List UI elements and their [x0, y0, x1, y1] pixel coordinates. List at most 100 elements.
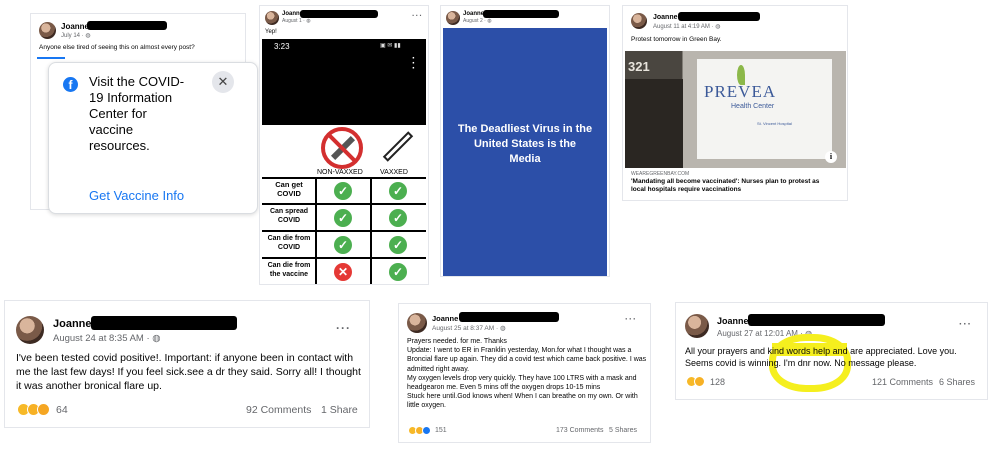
author-name[interactable]: Joanne [53, 318, 92, 330]
avatar[interactable] [16, 316, 44, 344]
x-icon: ✕ [334, 263, 352, 281]
author-name[interactable]: Joanne [61, 22, 89, 31]
row-divider [262, 257, 426, 259]
row-label: Can get COVID [275, 180, 303, 198]
column-header-nonvaxxed: NON-VAXXED [317, 169, 363, 176]
redacted-surname [483, 10, 559, 18]
post-line: Update: I went to ER in Franklin yesterd… [407, 347, 647, 373]
more-icon[interactable]: ··· [336, 321, 351, 335]
avatar[interactable] [265, 11, 279, 25]
avatar[interactable] [407, 313, 427, 333]
check-icon: ✓ [389, 209, 407, 227]
post-text: All your prayers and kind words help and… [685, 346, 957, 368]
post-media-meme: Joanne August 2 · ◍ The Deadliest Virus … [440, 5, 610, 277]
reaction-summary[interactable]: 64 [17, 403, 68, 416]
more-icon[interactable]: ··· [625, 314, 637, 324]
comment-count[interactable]: 92 Comments [246, 404, 311, 416]
hospital-sign: PREVEA Health Center St. Vincent Hospita… [697, 59, 832, 159]
author-name[interactable]: Joanne [653, 14, 678, 21]
facebook-icon: f [63, 77, 78, 92]
check-icon: ✓ [389, 263, 407, 281]
building-number: 321 [628, 59, 650, 74]
post-text: Anyone else tired of seeing this on almo… [39, 44, 195, 51]
post-prayers-needed: Joanne August 25 at 8:37 AM · ◍ ··· Pray… [398, 303, 651, 443]
globe-icon: ◍ [715, 24, 721, 30]
col-divider [315, 177, 317, 284]
check-icon: ✓ [334, 236, 352, 254]
post-covid-positive: Joanne August 24 at 8:35 AM · ◍ ··· I've… [4, 300, 370, 428]
redacted-surname [91, 316, 237, 330]
covid-info-card: f Visit the COVID-19 Information Center … [48, 62, 258, 214]
row-label: Can spread COVID [269, 208, 309, 224]
post-date[interactable]: August 25 at 8:37 AM · ◍ [432, 324, 506, 332]
check-icon: ✓ [389, 236, 407, 254]
syringe-icon [382, 131, 414, 162]
comment-count[interactable]: 121 Comments [872, 377, 933, 387]
author-name[interactable]: Joanne [463, 11, 484, 17]
redacted-surname [87, 21, 167, 30]
reaction-summary[interactable]: 128 [686, 376, 725, 387]
meme-image[interactable]: The Deadliest Virus in the United States… [443, 28, 607, 276]
check-icon: ✓ [334, 209, 352, 227]
redacted-surname [678, 12, 760, 21]
sign-subtext: Health Center [731, 103, 775, 110]
phone-screenshot[interactable]: 3:23 ▣ ✉ ▮▮ · · · NON-VAXXED VAXXED Can ge… [262, 39, 426, 284]
post-date[interactable]: August 11 at 4:19 AM · ◍ [653, 23, 721, 30]
row-label: Can die from the vaccine [267, 262, 311, 278]
info-icon[interactable]: i [825, 151, 837, 163]
sad-reaction-icon [694, 376, 705, 387]
share-count[interactable]: 6 Shares [939, 377, 975, 387]
share-count[interactable]: 1 Share [321, 404, 358, 416]
post-line: Stuck here until.God knows when! When I … [407, 393, 638, 410]
meme-text: The Deadliest Virus in the United States… [457, 123, 593, 165]
globe-icon: ◍ [306, 18, 311, 24]
post-date[interactable]: July 14 · ◍ [61, 32, 91, 39]
row-label: Can die from COVID [267, 235, 311, 251]
link-preview-image[interactable]: 321 PREVEA Health Center St. Vincent Hos… [625, 51, 846, 168]
globe-icon: ◍ [85, 33, 91, 39]
close-icon[interactable]: ✕ [212, 71, 234, 93]
reaction-count: 128 [710, 376, 726, 387]
more-icon[interactable]: ··· [412, 11, 423, 20]
post-line: Prayers needed. for me. Thanks [407, 338, 507, 345]
status-icons: ▣ ✉ ▮▮ [380, 43, 401, 49]
row-divider [262, 230, 426, 232]
post-date[interactable]: August 24 at 8:35 AM · ◍ [53, 333, 161, 344]
get-vaccine-info-link[interactable]: Get Vaccine Info [89, 188, 184, 203]
globe-icon: ◍ [152, 333, 161, 344]
post-text: Protest tomorrow in Green Bay. [631, 36, 722, 43]
more-icon[interactable]: ··· [959, 319, 972, 330]
post-text: Prayers needed. for me. Thanks Update: I… [407, 337, 647, 411]
reaction-summary[interactable]: 151 [408, 426, 447, 435]
avatar[interactable] [39, 22, 56, 39]
avatar[interactable] [446, 11, 460, 25]
redacted-surname [300, 10, 378, 18]
reaction-count: 151 [435, 427, 447, 434]
column-header-vaxxed: VAXXED [380, 169, 408, 176]
syringe-icon [321, 127, 363, 169]
more-icon[interactable]: ··· [412, 54, 415, 74]
redacted-surname [748, 314, 885, 326]
avatar[interactable] [685, 314, 709, 338]
check-icon: ✓ [389, 182, 407, 200]
row-divider [262, 203, 426, 205]
post-line: My oxygen levels drop very quickly. They… [407, 374, 637, 392]
post-date[interactable]: August 1 · ◍ [282, 18, 311, 24]
share-count[interactable]: 5 Shares [609, 427, 637, 434]
author-name[interactable]: Joanne [717, 316, 749, 326]
phone-time: 3:23 [274, 42, 290, 51]
link-title[interactable]: 'Mandating all become vaccinated': Nurse… [631, 178, 831, 194]
card-title: Visit the COVID-19 Information Center fo… [89, 74, 185, 153]
post-protest: Joanne August 11 at 4:19 AM · ◍ Protest … [622, 5, 848, 201]
post-dnr: Joanne August 27 at 12:01 AM · ◍ ··· All… [675, 302, 988, 400]
comment-count[interactable]: 173 Comments [556, 427, 603, 434]
comparison-table: NON-VAXXED VAXXED Can get COVID ✓ ✓ Can … [262, 125, 426, 284]
post-text: Yep! [265, 29, 277, 35]
redacted-surname [459, 312, 559, 322]
sign-text: PREVEA [704, 82, 777, 101]
post-date[interactable]: August 2 · ◍ [463, 18, 492, 24]
author-name[interactable]: Joanne [432, 314, 458, 323]
like-reaction-icon [422, 426, 431, 435]
avatar[interactable] [631, 13, 647, 29]
sign-subtext-hospital: St. Vincent Hospital [757, 121, 792, 126]
